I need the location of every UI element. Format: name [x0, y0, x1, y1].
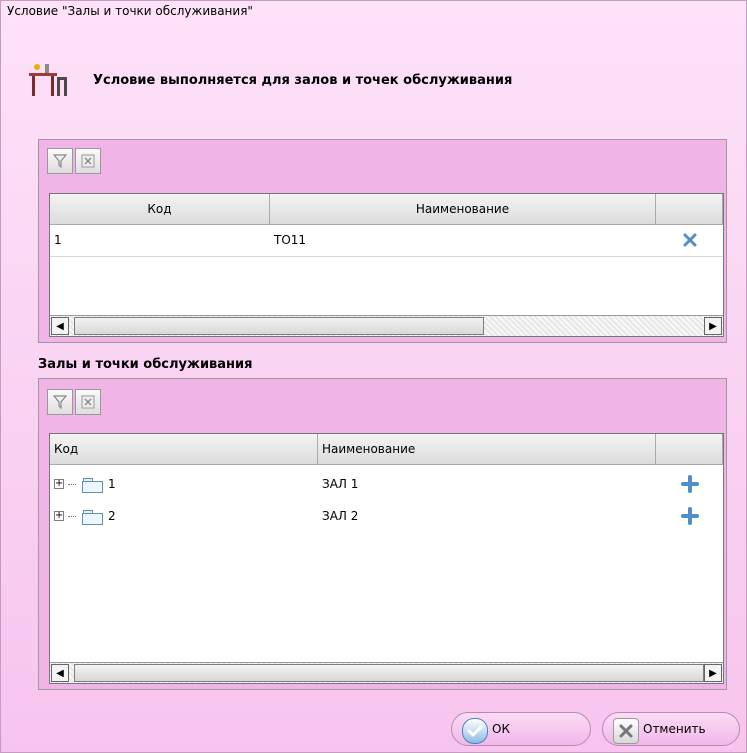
column-header-action — [656, 194, 723, 224]
scroll-right-button[interactable]: ▶ — [704, 317, 722, 335]
filter-icon — [53, 395, 67, 409]
row-code: 2 — [108, 509, 116, 523]
ok-button-label: ОК — [492, 722, 510, 736]
add-icon — [680, 475, 699, 493]
scroll-left-button[interactable]: ◀ — [51, 664, 69, 682]
cancel-button-label: Отменить — [643, 722, 706, 736]
row-name: ТО11 — [274, 233, 307, 247]
tree-row[interactable]: + 2 ЗАЛ 2 — [50, 500, 723, 532]
tree-row[interactable]: + 1 ЗАЛ 1 — [50, 468, 723, 500]
remove-row-button[interactable] — [656, 224, 723, 256]
clear-filter-button[interactable] — [75, 148, 101, 174]
filter-icon — [53, 154, 67, 168]
folder-icon — [82, 509, 103, 525]
clear-filter-icon — [81, 395, 95, 409]
column-header-code[interactable]: Код — [50, 194, 270, 224]
horizontal-scrollbar[interactable]: ◀ ▶ — [50, 662, 723, 683]
add-row-button[interactable] — [656, 500, 723, 532]
row-name: ЗАЛ 1 — [322, 477, 359, 491]
selected-grid: Код Наименование 1 ТО11 ◀ ▶ — [49, 193, 724, 337]
cancel-button[interactable]: Отменить — [602, 712, 740, 746]
window-title: Условие "Залы и точки обслуживания" — [7, 4, 253, 18]
filter-button[interactable] — [47, 148, 73, 174]
table-chair-icon — [29, 64, 67, 96]
ok-button[interactable]: ОК — [451, 712, 591, 746]
column-header-action — [656, 434, 723, 464]
column-header-code[interactable]: Код — [50, 434, 318, 464]
check-icon — [462, 718, 488, 744]
horizontal-scrollbar[interactable]: ◀ ▶ — [50, 315, 723, 336]
scroll-thumb[interactable] — [74, 317, 484, 335]
row-name: ЗАЛ 2 — [322, 509, 359, 523]
clear-filter-icon — [81, 154, 95, 168]
scroll-right-button[interactable]: ▶ — [704, 664, 722, 682]
filter-button[interactable] — [47, 389, 73, 415]
table-row[interactable]: 1 ТО11 — [50, 224, 723, 257]
column-header-name[interactable]: Наименование — [318, 434, 656, 464]
available-grid: Код Наименование + 1 ЗАЛ 1 + 2 ЗАЛ 2 ◀ ▶ — [49, 433, 724, 684]
scroll-left-button[interactable]: ◀ — [51, 317, 69, 335]
row-code: 1 — [54, 233, 62, 247]
condition-description: Условие выполняется для залов и точек об… — [93, 73, 513, 88]
scroll-thumb[interactable] — [74, 664, 704, 682]
expand-icon[interactable]: + — [54, 511, 64, 521]
clear-filter-button[interactable] — [75, 389, 101, 415]
row-code: 1 — [108, 477, 116, 491]
dialog-window: Условие "Залы и точки обслуживания" Усло… — [0, 0, 747, 753]
available-items-label: Залы и точки обслуживания — [38, 357, 253, 372]
selected-items-panel: Код Наименование 1 ТО11 ◀ ▶ — [38, 139, 727, 343]
column-header-name[interactable]: Наименование — [270, 194, 656, 224]
remove-icon — [683, 233, 696, 247]
expand-icon[interactable]: + — [54, 479, 64, 489]
folder-icon — [82, 477, 103, 493]
add-row-button[interactable] — [656, 468, 723, 500]
cancel-icon — [613, 718, 639, 744]
add-icon — [680, 507, 699, 525]
available-items-panel: Код Наименование + 1 ЗАЛ 1 + 2 ЗАЛ 2 ◀ ▶ — [38, 378, 727, 690]
